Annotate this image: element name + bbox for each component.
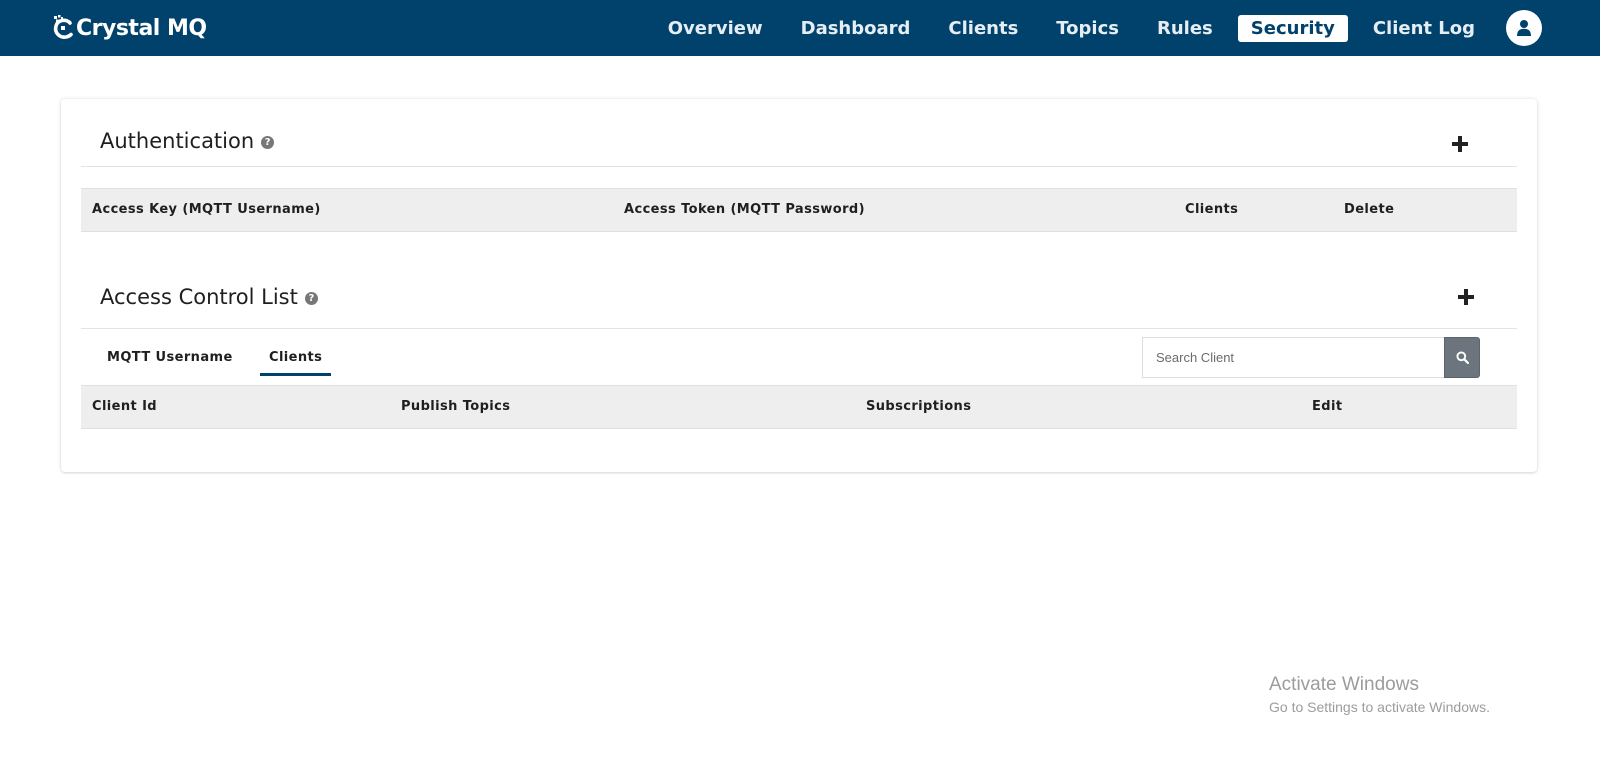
authentication-header: Authentication ? bbox=[81, 99, 1517, 167]
column-client-id: Client Id bbox=[92, 399, 158, 414]
acl-title: Access Control List ? bbox=[100, 285, 318, 309]
main-nav: Overview Dashboard Clients Topics Rules … bbox=[649, 0, 1600, 56]
search-icon bbox=[1455, 351, 1469, 364]
add-acl-button[interactable] bbox=[1457, 288, 1475, 306]
client-search bbox=[1142, 337, 1480, 378]
authentication-table-header: Access Key (MQTT Username) Access Token … bbox=[81, 188, 1517, 232]
crystal-logo-icon bbox=[52, 14, 74, 42]
search-button[interactable] bbox=[1444, 337, 1480, 378]
brand-name: Crystal MQ bbox=[76, 15, 207, 41]
plus-icon bbox=[1457, 288, 1475, 306]
column-clients: Clients bbox=[1185, 202, 1239, 217]
question-circle-icon[interactable]: ? bbox=[261, 136, 275, 149]
nav-rules[interactable]: Rules bbox=[1144, 15, 1226, 42]
column-edit: Edit bbox=[1312, 399, 1343, 414]
tab-mqtt-username[interactable]: MQTT Username bbox=[98, 348, 242, 376]
nav-dashboard[interactable]: Dashboard bbox=[788, 15, 924, 42]
column-delete: Delete bbox=[1344, 202, 1395, 217]
nav-topics[interactable]: Topics bbox=[1043, 15, 1132, 42]
column-access-token: Access Token (MQTT Password) bbox=[624, 202, 865, 217]
nav-client-log[interactable]: Client Log bbox=[1360, 15, 1488, 42]
tab-clients[interactable]: Clients bbox=[260, 348, 332, 376]
top-navbar: Crystal MQ Overview Dashboard Clients To… bbox=[0, 0, 1600, 56]
watermark-title: Activate Windows bbox=[1269, 674, 1419, 695]
plus-icon bbox=[1451, 135, 1469, 153]
security-card: Authentication ? Access Key (MQTT Userna… bbox=[61, 99, 1537, 472]
watermark-subtitle: Go to Settings to activate Windows. bbox=[1269, 699, 1490, 715]
column-publish-topics: Publish Topics bbox=[401, 399, 511, 414]
column-subscriptions: Subscriptions bbox=[866, 399, 972, 414]
user-icon bbox=[1516, 19, 1532, 37]
authentication-title-text: Authentication bbox=[100, 129, 255, 153]
acl-header: Access Control List ? bbox=[81, 269, 1517, 329]
windows-activation-watermark: Activate Windows Go to Settings to activ… bbox=[1269, 673, 1490, 717]
question-circle-icon[interactable]: ? bbox=[304, 292, 318, 305]
user-menu-button[interactable] bbox=[1506, 10, 1542, 46]
acl-title-text: Access Control List bbox=[100, 285, 298, 309]
nav-overview[interactable]: Overview bbox=[655, 15, 776, 42]
column-access-key: Access Key (MQTT Username) bbox=[92, 202, 321, 217]
nav-clients[interactable]: Clients bbox=[935, 15, 1031, 42]
brand-logo[interactable]: Crystal MQ bbox=[52, 8, 207, 48]
nav-security[interactable]: Security bbox=[1237, 14, 1348, 42]
add-authentication-button[interactable] bbox=[1451, 135, 1469, 153]
acl-table-header: Client Id Publish Topics Subscriptions E… bbox=[81, 385, 1517, 429]
authentication-title: Authentication ? bbox=[100, 129, 275, 153]
search-client-input[interactable] bbox=[1142, 337, 1444, 378]
